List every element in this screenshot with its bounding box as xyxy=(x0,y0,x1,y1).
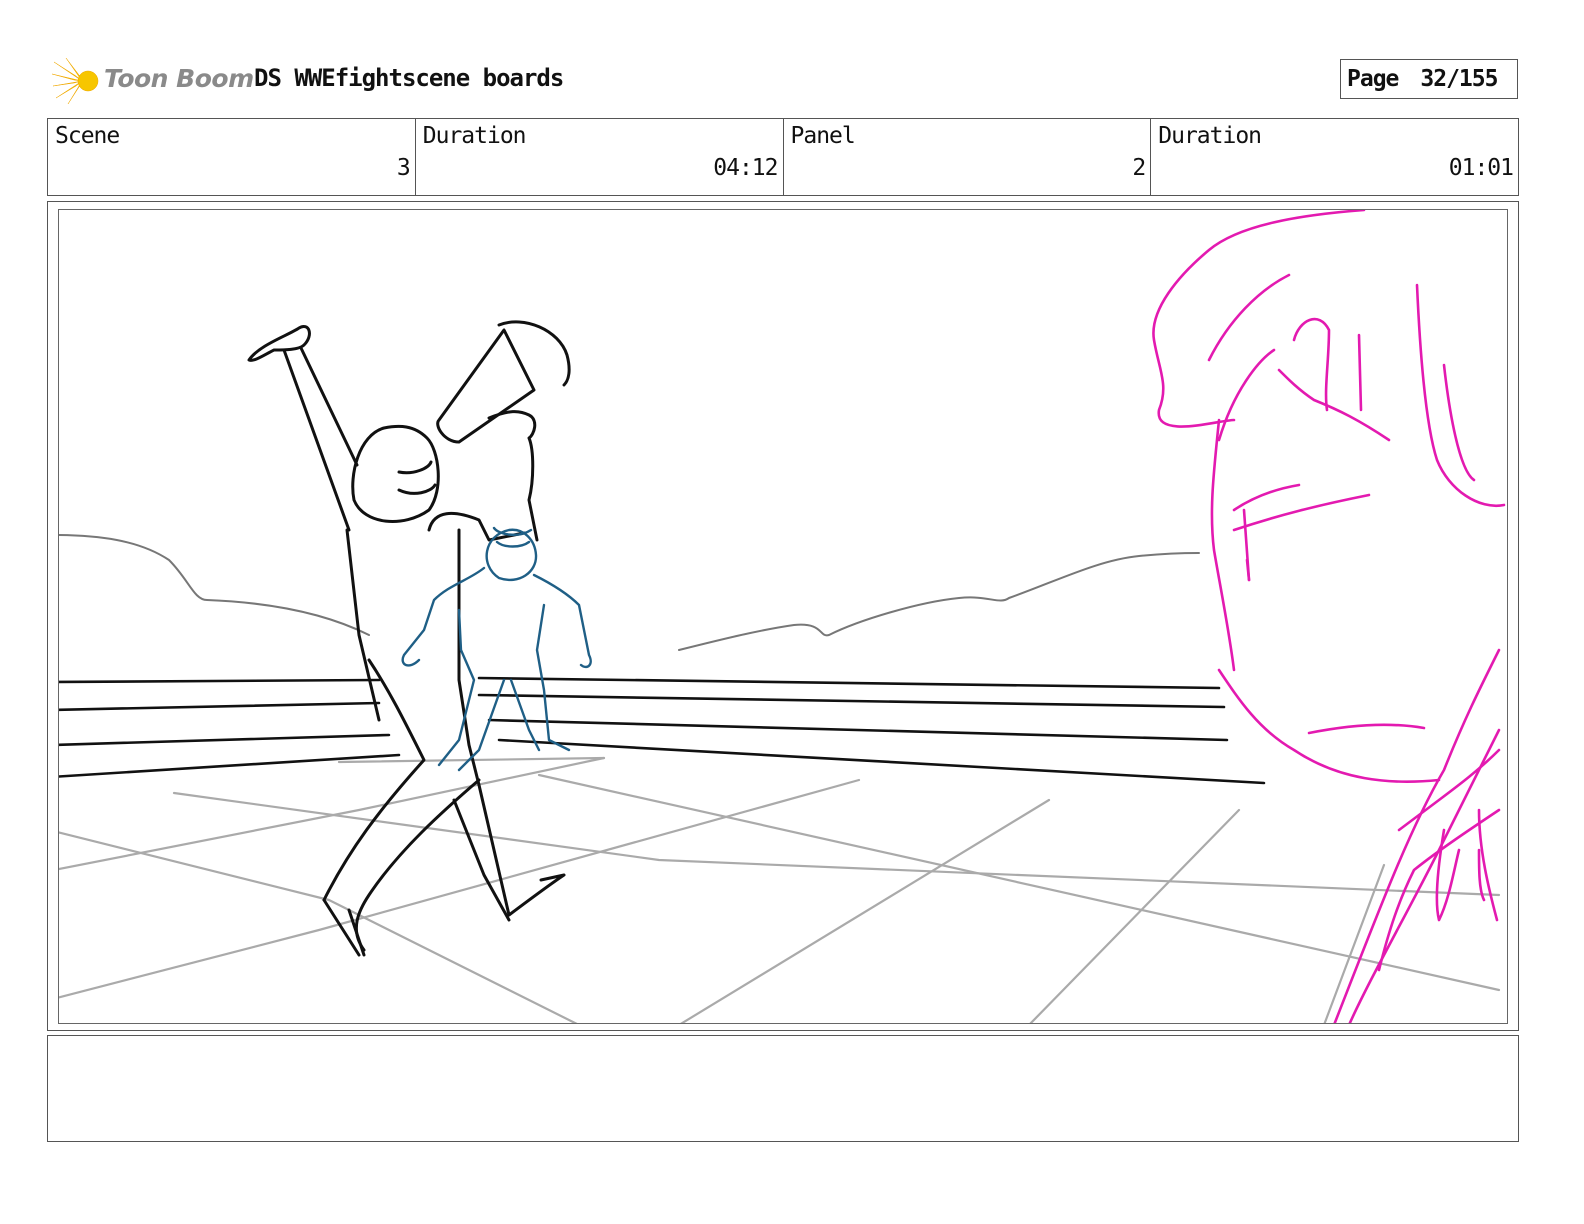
page-label: Page xyxy=(1347,66,1399,92)
storyboard-panel-image xyxy=(58,209,1508,1024)
panel-label: Panel xyxy=(790,123,856,149)
scene-duration-value: 04:12 xyxy=(713,155,778,181)
background-hills xyxy=(59,534,1200,651)
panel-info-row: Scene 3 Duration 04:12 Panel 2 Duration … xyxy=(47,118,1519,196)
wrestler-figure xyxy=(401,526,592,772)
project-title: DS WWEfightscene boards xyxy=(254,64,564,92)
panel-duration-value: 01:01 xyxy=(1448,155,1514,181)
scene-cell: Scene 3 xyxy=(48,119,416,195)
toon-boom-logo: Toon Boom xyxy=(52,56,254,106)
starburst-icon xyxy=(52,57,99,105)
panel-duration-cell: Duration 01:01 xyxy=(1151,119,1518,195)
ring-ropes xyxy=(59,676,1266,785)
panel-cell: Panel 2 xyxy=(784,119,1152,195)
ring-floor-grid xyxy=(59,756,1501,1023)
panel-value: 2 xyxy=(1132,155,1146,181)
panel-duration-label: Duration xyxy=(1158,123,1262,149)
caption-notes-box xyxy=(47,1035,1519,1142)
logo-wordmark: Toon Boom xyxy=(104,64,254,93)
scene-value: 3 xyxy=(396,155,411,181)
scene-label: Scene xyxy=(55,123,120,149)
page-number: 32/155 xyxy=(1420,66,1498,92)
announcer-figure xyxy=(247,320,571,957)
scene-duration-label: Duration xyxy=(422,123,527,149)
page-indicator: Page 32/155 xyxy=(1340,59,1518,99)
sketch-drawing xyxy=(59,210,1506,1023)
foreground-face xyxy=(1152,210,1506,1023)
scene-duration-cell: Duration 04:12 xyxy=(416,119,784,195)
